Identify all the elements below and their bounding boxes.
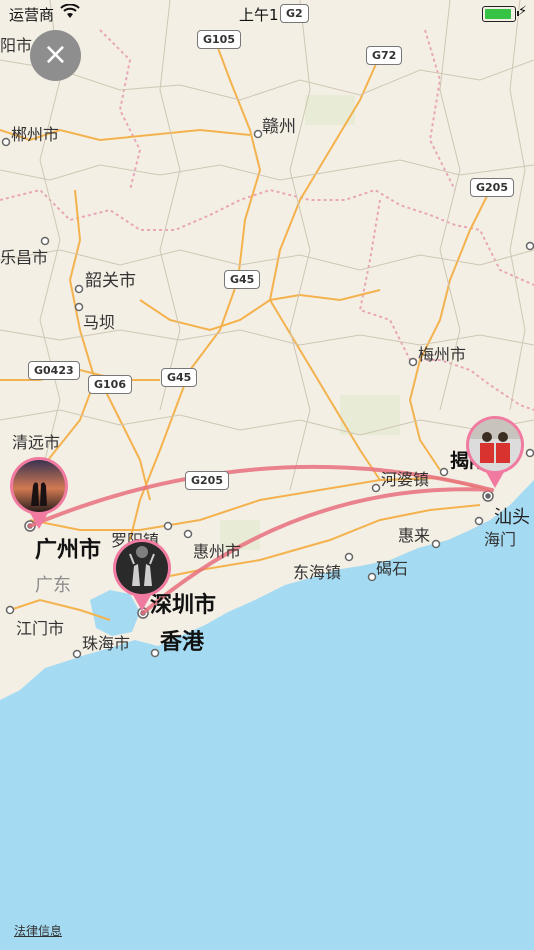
- city-label-yangshi: 阳市: [0, 36, 33, 55]
- road-shield-g2: G2: [280, 4, 309, 23]
- map-canvas[interactable]: [0, 0, 534, 950]
- city-label-meizhou: 梅州市: [418, 345, 467, 364]
- city-label-chenzhou: 郴州市: [11, 125, 60, 144]
- city-label-huizhou: 惠州市: [193, 542, 242, 561]
- road-shield-g45-mid: G45: [224, 270, 261, 289]
- city-label-hepo: 河婆镇: [381, 470, 430, 489]
- close-icon: ×: [42, 37, 69, 72]
- city-label-shenzhen: 深圳市: [150, 593, 217, 618]
- city-label-lechang: 乐昌市: [0, 248, 49, 267]
- close-button[interactable]: ×: [30, 30, 81, 81]
- city-label-ganzhou: 赣州: [262, 117, 296, 137]
- city-label-dongyong: 东海镇: [293, 563, 342, 582]
- city-label-jiangmen: 江门市: [16, 619, 65, 638]
- city-label-zhuhai: 珠海市: [82, 634, 131, 653]
- photo-pin-shantou[interactable]: [466, 416, 524, 488]
- road-shield-g105: G105: [197, 30, 241, 49]
- city-label-guangzhou: 广州市: [35, 538, 102, 563]
- road-shield-g45-low: G45: [161, 368, 198, 387]
- carrier-label: 运营商: [9, 6, 55, 24]
- city-label-huilai: 惠来: [398, 526, 431, 545]
- status-bar: 运营商 上午1:27 ⚡: [0, 0, 534, 28]
- photo-thumbnail: [13, 460, 65, 512]
- battery-icon: [482, 6, 519, 22]
- photo-pin-shenzhen[interactable]: [113, 539, 171, 611]
- city-label-shaoguan: 韶关市: [85, 271, 136, 291]
- road-shield-g72: G72: [366, 46, 403, 65]
- city-label-haimen: 海门: [484, 530, 517, 549]
- region-label-guangdong: 广东: [35, 575, 71, 596]
- road-shield-g205-ne: G205: [470, 178, 514, 197]
- city-label-jieshi: 碣石: [376, 559, 409, 578]
- legal-info-link[interactable]: 法律信息: [14, 922, 62, 939]
- road-shield-g205-low: G205: [185, 471, 229, 490]
- photo-thumbnail: [116, 542, 168, 594]
- photo-pin-guangzhou[interactable]: [10, 457, 68, 529]
- city-label-qingyuan: 清远市: [12, 433, 61, 452]
- wifi-icon: [60, 3, 80, 24]
- charging-icon: ⚡: [518, 4, 528, 19]
- road-shield-g0423: G0423: [28, 361, 80, 380]
- photo-thumbnail: [469, 419, 521, 471]
- city-label-hongkong: 香港: [160, 630, 205, 655]
- road-shield-g106: G106: [88, 375, 132, 394]
- city-label-mapa: 马坝: [83, 313, 116, 332]
